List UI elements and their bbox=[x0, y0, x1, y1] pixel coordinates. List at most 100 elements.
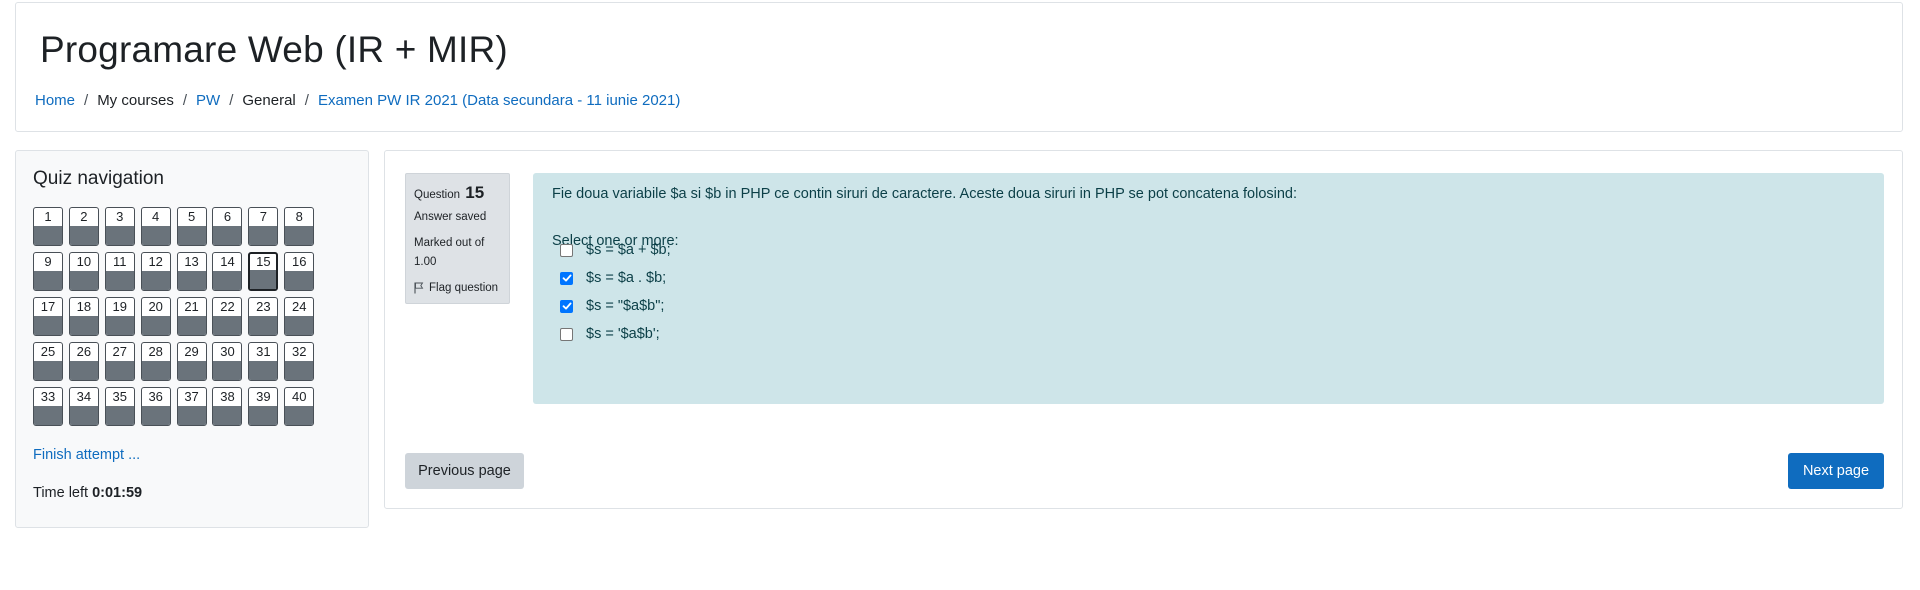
flag-icon bbox=[414, 282, 424, 294]
checkbox-unchecked[interactable] bbox=[560, 327, 573, 341]
answered-indicator bbox=[141, 406, 170, 425]
answer-option-label[interactable]: $s = $a + $b; bbox=[586, 242, 671, 258]
answered-indicator bbox=[105, 316, 134, 335]
quiz-nav-button-9[interactable]: 9 bbox=[33, 252, 63, 291]
answered-indicator bbox=[105, 406, 134, 425]
quiz-nav-button-31[interactable]: 31 bbox=[248, 342, 279, 381]
quiz-nav-button-number: 11 bbox=[113, 254, 127, 269]
quiz-nav-button-number: 37 bbox=[184, 389, 199, 404]
previous-page-button[interactable]: Previous page bbox=[405, 453, 524, 489]
time-left: Time left 0:01:59 bbox=[33, 485, 142, 501]
quiz-nav-button-34[interactable]: 34 bbox=[68, 387, 99, 426]
breadcrumb-home[interactable]: Home bbox=[35, 92, 75, 109]
quiz-nav-button-30[interactable]: 30 bbox=[212, 342, 243, 381]
quiz-nav-button-1[interactable]: 1 bbox=[33, 207, 63, 246]
quiz-nav-button-number: 1 bbox=[44, 209, 52, 224]
quiz-nav-button-32[interactable]: 32 bbox=[284, 342, 315, 381]
quiz-nav-button-36[interactable]: 36 bbox=[140, 387, 171, 426]
quiz-nav-button-38[interactable]: 38 bbox=[212, 387, 243, 426]
quiz-nav-button-number: 2 bbox=[80, 209, 88, 224]
quiz-nav-button-4[interactable]: 4 bbox=[140, 207, 171, 246]
answered-indicator bbox=[69, 271, 98, 290]
page-header: Programare Web (IR + MIR) Home / My cour… bbox=[15, 2, 1903, 132]
quiz-nav-button-number: 21 bbox=[184, 299, 199, 314]
quiz-nav-button-26[interactable]: 26 bbox=[68, 342, 99, 381]
answered-indicator bbox=[141, 361, 170, 380]
quiz-nav-button-15[interactable]: 15 bbox=[248, 252, 279, 291]
quiz-nav-button-number: 7 bbox=[259, 209, 267, 224]
quiz-nav-button-17[interactable]: 17 bbox=[33, 297, 63, 336]
answered-indicator bbox=[213, 361, 242, 380]
breadcrumb-separator: / bbox=[304, 92, 309, 109]
answered-indicator bbox=[69, 316, 98, 335]
quiz-nav-button-24[interactable]: 24 bbox=[284, 297, 315, 336]
quiz-nav-button-12[interactable]: 12 bbox=[140, 252, 171, 291]
quiz-nav-button-6[interactable]: 6 bbox=[212, 207, 243, 246]
quiz-nav-button-23[interactable]: 23 bbox=[248, 297, 279, 336]
quiz-nav-button-3[interactable]: 3 bbox=[104, 207, 135, 246]
quiz-navigation-title: Quiz navigation bbox=[33, 168, 164, 189]
quiz-nav-button-27[interactable]: 27 bbox=[104, 342, 135, 381]
quiz-nav-button-25[interactable]: 25 bbox=[33, 342, 63, 381]
flag-question-button[interactable]: Flag question bbox=[414, 282, 501, 294]
quiz-nav-button-40[interactable]: 40 bbox=[284, 387, 315, 426]
quiz-nav-button-10[interactable]: 10 bbox=[68, 252, 99, 291]
checkbox-checked[interactable] bbox=[560, 271, 573, 285]
quiz-nav-button-5[interactable]: 5 bbox=[176, 207, 207, 246]
question-text: Fie doua variabile $a si $b in PHP ce co… bbox=[552, 186, 1298, 202]
answered-indicator bbox=[285, 361, 314, 380]
answered-indicator bbox=[177, 406, 206, 425]
quiz-nav-button-number: 14 bbox=[220, 254, 235, 269]
course-title: Programare Web (IR + MIR) bbox=[40, 29, 508, 70]
answer-option-label[interactable]: $s = $a . $b; bbox=[586, 270, 666, 286]
answered-indicator bbox=[177, 316, 206, 335]
checkbox-unchecked[interactable] bbox=[560, 243, 573, 257]
quiz-nav-button-35[interactable]: 35 bbox=[104, 387, 135, 426]
quiz-nav-button-2[interactable]: 2 bbox=[68, 207, 99, 246]
answered-indicator bbox=[34, 406, 62, 425]
quiz-nav-button-number: 15 bbox=[256, 254, 271, 269]
checkbox-checked[interactable] bbox=[560, 299, 573, 313]
quiz-nav-button-16[interactable]: 16 bbox=[284, 252, 315, 291]
answered-indicator bbox=[69, 406, 98, 425]
quiz-nav-button-number: 9 bbox=[44, 254, 52, 269]
quiz-nav-button-29[interactable]: 29 bbox=[176, 342, 207, 381]
quiz-nav-button-33[interactable]: 33 bbox=[33, 387, 63, 426]
answer-option: $s = $a . $b; bbox=[560, 270, 666, 286]
answered-indicator bbox=[213, 316, 242, 335]
quiz-nav-button-number: 39 bbox=[256, 389, 271, 404]
answer-option-label[interactable]: $s = '$a$b'; bbox=[586, 326, 660, 342]
quiz-nav-button-number: 30 bbox=[220, 344, 235, 359]
quiz-nav-button-number: 29 bbox=[184, 344, 199, 359]
quiz-nav-button-number: 23 bbox=[256, 299, 271, 314]
quiz-nav-button-22[interactable]: 22 bbox=[212, 297, 243, 336]
answer-option: $s = $a + $b; bbox=[560, 242, 671, 258]
quiz-nav-button-20[interactable]: 20 bbox=[140, 297, 171, 336]
next-page-button[interactable]: Next page bbox=[1788, 453, 1884, 489]
quiz-nav-button-14[interactable]: 14 bbox=[212, 252, 243, 291]
quiz-nav-button-37[interactable]: 37 bbox=[176, 387, 207, 426]
grade-label: Marked out of bbox=[414, 237, 485, 249]
quiz-nav-button-11[interactable]: 11 bbox=[104, 252, 135, 291]
answered-indicator bbox=[105, 361, 134, 380]
breadcrumb-course[interactable]: PW bbox=[196, 92, 220, 109]
quiz-nav-button-number: 27 bbox=[112, 344, 128, 359]
answer-option-label[interactable]: $s = "$a$b"; bbox=[586, 298, 664, 314]
quiz-nav-button-13[interactable]: 13 bbox=[176, 252, 207, 291]
quiz-nav-button-8[interactable]: 8 bbox=[284, 207, 315, 246]
answered-indicator bbox=[213, 226, 242, 245]
quiz-nav-button-18[interactable]: 18 bbox=[68, 297, 99, 336]
finish-attempt-link[interactable]: Finish attempt ... bbox=[33, 447, 140, 463]
breadcrumb-quiz[interactable]: Examen PW IR 2021 (Data secundara - 11 i… bbox=[318, 92, 680, 109]
quiz-nav-button-7[interactable]: 7 bbox=[248, 207, 279, 246]
quiz-nav-button-21[interactable]: 21 bbox=[176, 297, 207, 336]
question-info: Question 15 Answer saved Marked out of 1… bbox=[405, 173, 510, 304]
quiz-nav-button-39[interactable]: 39 bbox=[248, 387, 279, 426]
quiz-nav-button-28[interactable]: 28 bbox=[140, 342, 171, 381]
quiz-nav-button-number: 5 bbox=[187, 209, 196, 224]
breadcrumb-my-courses: My courses bbox=[97, 92, 174, 109]
answered-indicator bbox=[141, 271, 170, 290]
quiz-nav-button-19[interactable]: 19 bbox=[104, 297, 135, 336]
answered-indicator bbox=[69, 361, 98, 380]
quiz-nav-button-number: 33 bbox=[40, 389, 56, 404]
